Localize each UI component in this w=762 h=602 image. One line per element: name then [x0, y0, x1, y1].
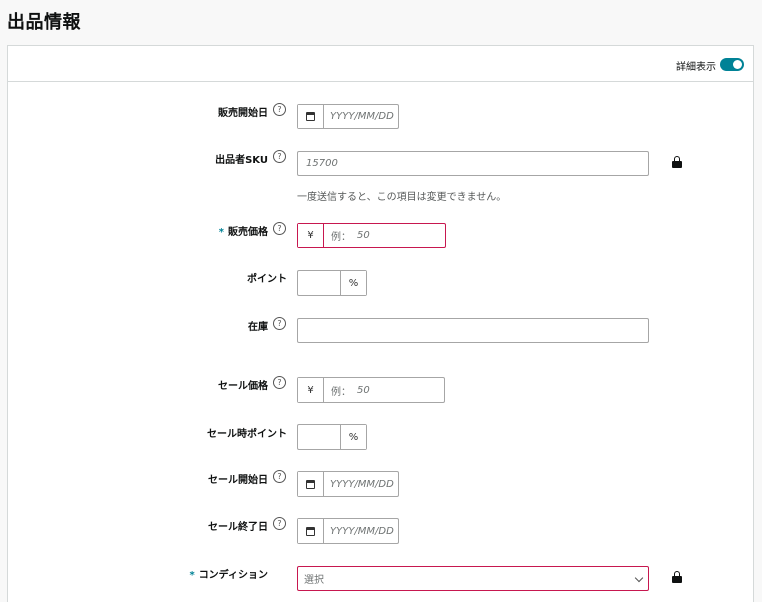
- points-input[interactable]: %: [297, 270, 367, 296]
- calendar-icon[interactable]: [298, 105, 324, 128]
- seller-sku-input[interactable]: 15700: [297, 151, 649, 176]
- points-label: ポイント: [247, 274, 287, 285]
- percent-addon: %: [340, 425, 366, 449]
- help-icon[interactable]: ?: [273, 222, 286, 235]
- chevron-down-icon: [634, 573, 644, 583]
- currency-addon: ¥: [298, 378, 324, 402]
- sale-start-date-input[interactable]: YYYY/MM/DD: [297, 104, 399, 129]
- seller-sku-label: 出品者SKU: [215, 155, 268, 166]
- sale-price-label: セール価格: [218, 381, 268, 392]
- sale-start-label: セール開始日: [208, 475, 268, 486]
- sale-points-label: セール時ポイント: [207, 429, 287, 440]
- sale-start-date-placeholder: YYYY/MM/DD: [330, 111, 394, 122]
- condition-select[interactable]: 選択: [297, 566, 649, 591]
- price-placeholder: 例： 50: [331, 230, 370, 243]
- seller-sku-hint: 一度送信すると、この項目は変更できません。: [297, 192, 507, 203]
- stock-label: 在庫: [248, 322, 268, 333]
- sale-price-placeholder: 例： 50: [331, 384, 370, 398]
- detail-view-label: 詳細表示: [676, 62, 716, 73]
- panel-header: 詳細表示: [8, 46, 753, 82]
- sale-points-input[interactable]: %: [297, 424, 367, 450]
- detail-view-toggle[interactable]: [720, 58, 744, 71]
- help-icon[interactable]: ?: [273, 376, 286, 389]
- calendar-icon[interactable]: [298, 519, 324, 543]
- percent-addon: %: [340, 271, 366, 295]
- help-icon[interactable]: ?: [273, 470, 286, 483]
- price-input[interactable]: ¥ 例： 50: [297, 223, 446, 248]
- help-icon[interactable]: ?: [273, 103, 286, 116]
- help-icon[interactable]: ?: [273, 317, 286, 330]
- toggle-knob: [733, 60, 742, 69]
- price-label: * 販売価格: [218, 227, 268, 238]
- sale-end-label: セール終了日: [208, 522, 268, 533]
- stock-input[interactable]: [297, 318, 649, 343]
- lock-icon: [672, 156, 682, 168]
- lock-icon: [672, 571, 682, 583]
- sale-end-placeholder: YYYY/MM/DD: [330, 525, 394, 537]
- sale-price-input[interactable]: ¥ 例： 50: [297, 377, 445, 403]
- calendar-icon[interactable]: [298, 472, 324, 496]
- help-icon[interactable]: ?: [273, 150, 286, 163]
- sale-start-input[interactable]: YYYY/MM/DD: [297, 471, 399, 497]
- seller-sku-value: 15700: [306, 158, 338, 169]
- sale-start-placeholder: YYYY/MM/DD: [330, 478, 394, 490]
- currency-addon: ¥: [298, 224, 324, 247]
- condition-label: * コンディション: [189, 570, 268, 581]
- sale-end-input[interactable]: YYYY/MM/DD: [297, 518, 399, 544]
- condition-selected: 選択: [304, 575, 324, 586]
- page-title: 出品情報: [7, 12, 81, 33]
- sale-start-date-label: 販売開始日: [218, 108, 268, 119]
- help-icon[interactable]: ?: [273, 517, 286, 530]
